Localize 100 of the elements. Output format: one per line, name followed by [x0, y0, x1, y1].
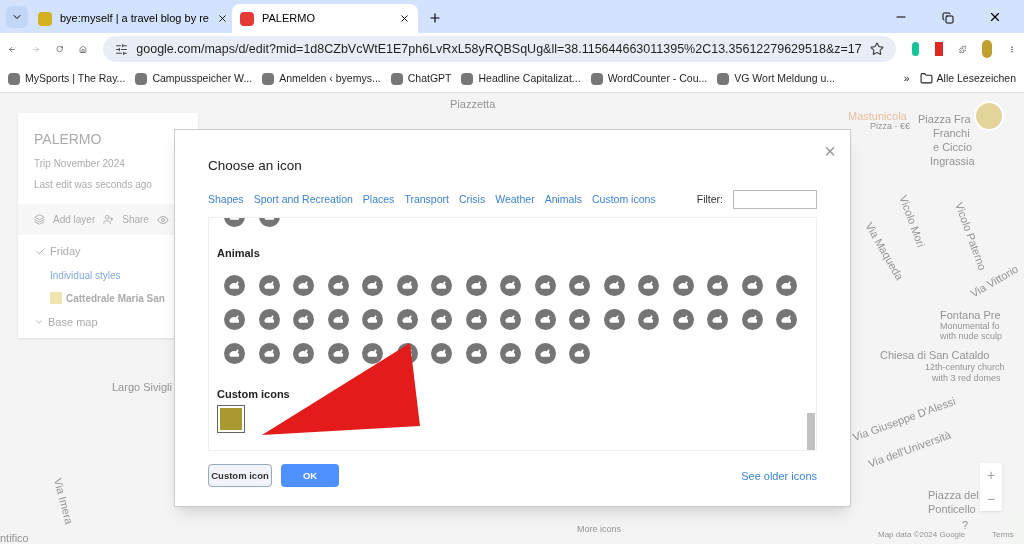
add-layer-button[interactable]: Add layer	[53, 212, 96, 227]
user-plus-icon	[103, 214, 115, 225]
animal-icon[interactable]	[603, 274, 625, 296]
animal-icon[interactable]	[741, 274, 763, 296]
section-heading: Custom icons	[217, 386, 291, 402]
restore-icon[interactable]	[942, 12, 954, 24]
animal-icon[interactable]	[569, 274, 590, 296]
new-tab-icon[interactable]	[428, 11, 442, 25]
bookmark-item[interactable]: MySports | The Ray...	[8, 70, 126, 87]
url-text: google.com/maps/d/edit?mid=1d8CZbVcWtE1E7ph6LvRxL58yRQBSqUg&ll=38.115644663011395%2C13.35612279629518&z=17	[136, 40, 862, 58]
animal-icon[interactable]	[362, 308, 383, 330]
bookmark-item[interactable]: WordCounter - Cou...	[590, 70, 708, 87]
browser-tab[interactable]: bye:myself | a travel blog by re	[30, 4, 230, 33]
animal-icon[interactable]	[534, 342, 556, 364]
category-tab[interactable]: Transport	[404, 191, 449, 208]
category-tab[interactable]: Animals	[544, 191, 583, 208]
category-tab[interactable]: Places	[362, 191, 395, 208]
filter-field[interactable]	[733, 190, 817, 210]
star-icon[interactable]	[869, 42, 884, 56]
animal-icon[interactable]	[362, 342, 383, 364]
animal-icon[interactable]	[534, 274, 556, 296]
browser-tab[interactable]: PALERMO	[232, 4, 418, 33]
favicon-icon	[717, 72, 730, 85]
map-label: with 3 red domes	[932, 372, 1001, 385]
zoom-out-button[interactable]: −	[980, 487, 1002, 511]
animal-icon[interactable]	[224, 342, 245, 364]
animal-icon[interactable]	[258, 342, 280, 364]
site-settings-icon[interactable]	[115, 42, 129, 56]
animal-icon[interactable]	[293, 274, 314, 296]
animal-icon[interactable]	[327, 274, 349, 296]
share-button[interactable]: Share	[122, 212, 149, 227]
last-edit-text: Last edit was seconds ago	[34, 178, 153, 192]
favicon-icon	[135, 72, 148, 85]
map-label: ntifico	[0, 531, 29, 544]
base-map-toggle[interactable]: Base map	[48, 313, 98, 330]
animal-icon[interactable]	[327, 308, 349, 330]
animal-icon[interactable]	[431, 308, 452, 330]
ok-button[interactable]: OK	[281, 464, 339, 488]
older-icons-link[interactable]: See older icons	[741, 467, 817, 484]
map-label: Via Imera	[50, 476, 77, 526]
animal-icon[interactable]	[293, 308, 314, 330]
animal-icon[interactable]	[327, 342, 349, 364]
animal-icon[interactable]	[258, 308, 280, 330]
animal-icon[interactable]	[776, 274, 797, 296]
animal-icon[interactable]	[672, 274, 694, 296]
animal-icon[interactable]	[603, 308, 625, 330]
all-bookmarks-button[interactable]: Alle Lesezeichen	[919, 70, 1016, 87]
profile-avatar[interactable]	[982, 40, 992, 58]
animal-icon[interactable]	[293, 342, 314, 364]
animal-icon[interactable]	[465, 274, 487, 296]
tab-list-button[interactable]	[6, 6, 28, 28]
category-tab[interactable]: Shapes	[208, 191, 244, 208]
close-icon[interactable]	[217, 13, 228, 24]
custom-icon-thumbnail[interactable]	[217, 405, 245, 434]
animal-icon[interactable]	[672, 308, 694, 330]
bookmark-item[interactable]: Anmelden ‹ byemys...	[262, 70, 381, 87]
animal-icon[interactable]	[707, 308, 728, 330]
animal-icon[interactable]	[638, 274, 659, 296]
animal-icon[interactable]	[707, 274, 728, 296]
zoom-in-button[interactable]: +	[980, 463, 1002, 487]
map-subtitle: Trip November 2024	[34, 157, 126, 171]
custom-icon-button[interactable]: Custom icon	[208, 464, 272, 488]
favicon-icon	[461, 72, 474, 85]
animal-icon[interactable]	[465, 308, 487, 330]
category-tab[interactable]: Crisis	[458, 191, 486, 208]
animal-icon[interactable]	[224, 308, 245, 330]
address-bar[interactable]: google.com/maps/d/edit?mid=1d8CZbVcWtE1E7ph6LvRxL58yRQBSqUg&ll=38.115644663011395%2C13.35612279629518&z=17	[103, 36, 896, 62]
category-tab[interactable]: Custom icons	[592, 191, 656, 208]
close-icon[interactable]	[988, 10, 1002, 24]
animal-icon[interactable]	[396, 308, 418, 330]
bookmark-item[interactable]: ChatGPT	[390, 70, 452, 87]
animal-icon[interactable]	[500, 274, 521, 296]
animal-icon[interactable]	[638, 308, 659, 330]
animal-icon[interactable]	[534, 308, 556, 330]
animal-icon[interactable]	[569, 308, 590, 330]
close-button[interactable]: ×	[824, 136, 836, 166]
animal-icon[interactable]	[396, 274, 418, 296]
more-bookmarks[interactable]: »	[903, 70, 910, 87]
category-tab[interactable]: Weather	[495, 191, 535, 208]
animal-icon[interactable]	[776, 308, 797, 330]
animal-icon[interactable]	[741, 308, 763, 330]
layers-icon	[34, 214, 45, 225]
close-icon[interactable]	[399, 13, 410, 24]
place-name[interactable]: Cattedrale Maria San	[66, 290, 165, 306]
bookmark-item[interactable]: VG Wort Meldung u...	[717, 70, 835, 87]
animal-icon[interactable]	[224, 274, 245, 296]
bookmark-item[interactable]: Headline Capitalizat...	[461, 70, 581, 87]
animal-icon[interactable]	[362, 274, 383, 296]
blog-favicon	[38, 11, 52, 26]
animal-icon[interactable]	[431, 342, 452, 364]
animal-icon[interactable]	[500, 308, 521, 330]
category-tab[interactable]: Sport and Recreation	[253, 191, 353, 208]
animal-icon[interactable]	[258, 274, 280, 296]
animal-icon[interactable]	[465, 342, 487, 364]
animal-icon[interactable]	[500, 342, 521, 364]
map-label: Vicolo Paterno	[952, 199, 989, 272]
map-label: Piazza del	[928, 488, 979, 503]
animal-icon[interactable]	[569, 342, 590, 364]
bookmark-item[interactable]: Campusspeicher W...	[135, 70, 253, 87]
animal-icon[interactable]	[431, 274, 452, 296]
